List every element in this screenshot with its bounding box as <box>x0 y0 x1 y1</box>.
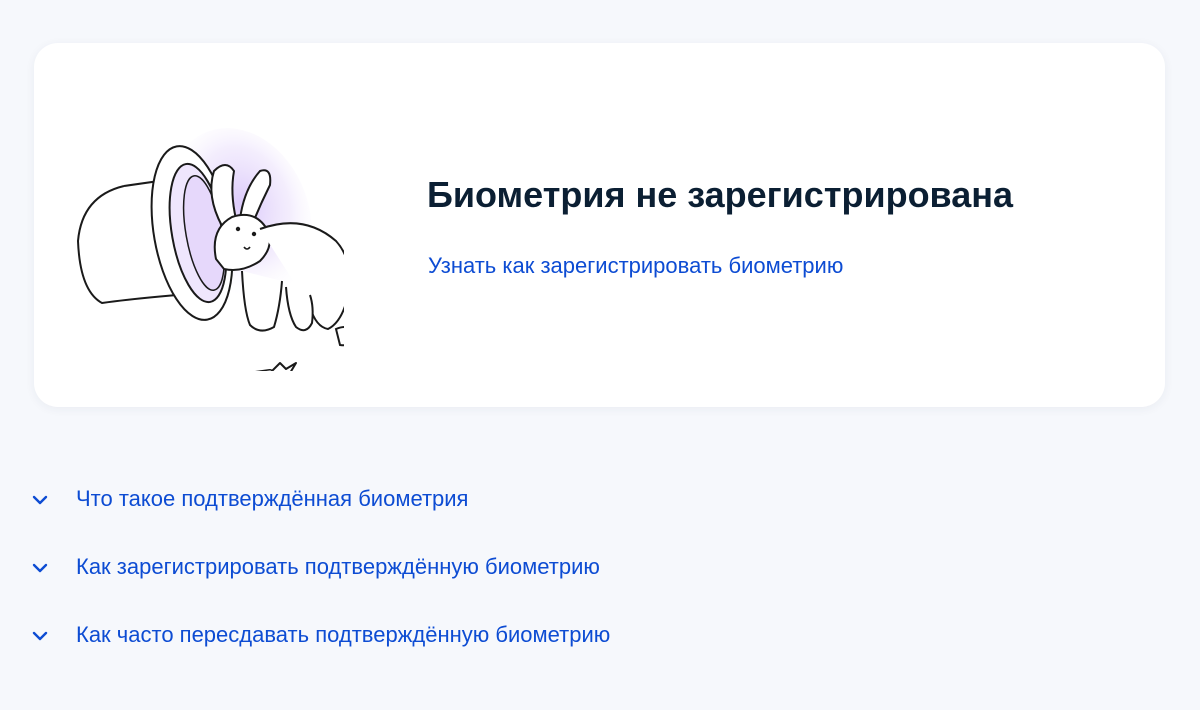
faq-list: Что такое подтверждённая биометрия Как з… <box>30 470 930 674</box>
faq-item-label: Что такое подтверждённая биометрия <box>76 486 469 511</box>
card-title: Биометрия не зарегистрирована <box>427 174 1014 215</box>
faq-item-label: Как часто пересдавать подтверждённую био… <box>76 622 611 647</box>
faq-item-label: Как зарегистрировать подтверждённую биом… <box>76 554 600 579</box>
faq-item-how-often-retake[interactable]: Как часто пересдавать подтверждённую био… <box>30 606 930 674</box>
chevron-down-icon <box>32 495 48 505</box>
faq-item-what-is-biometry[interactable]: Что такое подтверждённая биометрия <box>30 470 930 538</box>
chevron-down-icon <box>32 563 48 573</box>
biometry-status-card: Биометрия не зарегистрирована Узнать как… <box>34 43 1165 407</box>
faq-item-how-to-register[interactable]: Как зарегистрировать подтверждённую биом… <box>30 538 930 606</box>
magic-hat-rabbit-illustration <box>77 128 344 371</box>
chevron-down-icon <box>32 631 48 641</box>
register-biometry-link[interactable]: Узнать как зарегистрировать биометрию <box>428 251 843 281</box>
